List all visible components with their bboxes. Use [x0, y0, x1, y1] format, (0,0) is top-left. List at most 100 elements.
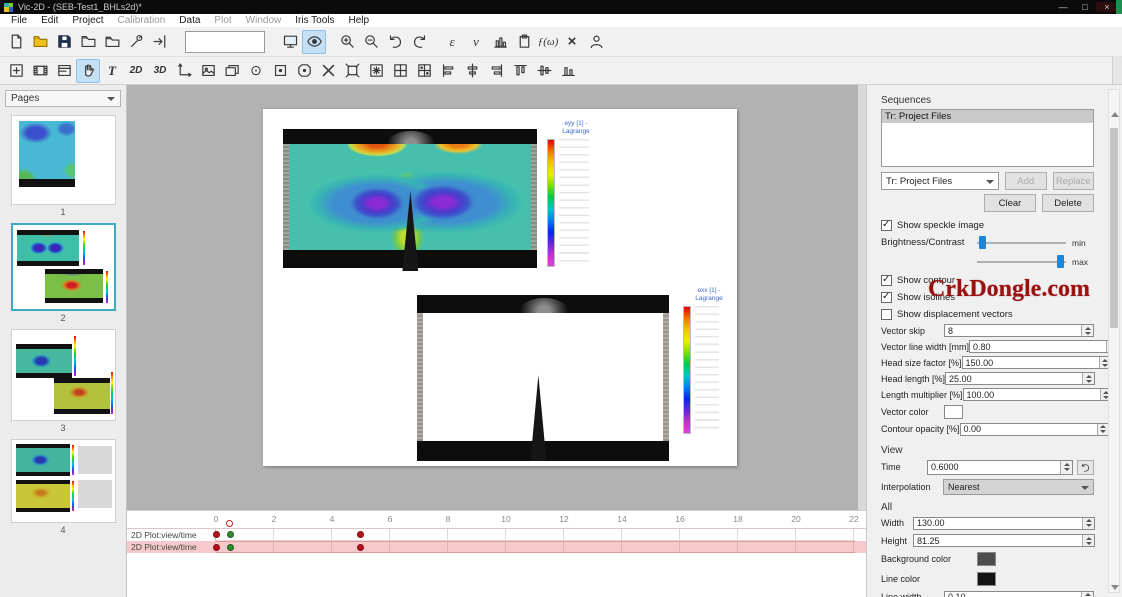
image-button[interactable] [196, 59, 220, 83]
keyframe-green[interactable] [227, 531, 234, 538]
report-page[interactable]: eyy [1] - Lagrange exx [1] - Lagrange [263, 109, 737, 466]
folder-button[interactable] [76, 30, 100, 54]
toolbar-overflow[interactable] [1112, 57, 1122, 84]
timeline-track-1[interactable]: 2D Plot:view/time [127, 529, 866, 541]
keyframe-red[interactable] [357, 531, 364, 538]
page-thumbnail-3[interactable] [11, 329, 116, 421]
background-color-swatch[interactable] [977, 552, 996, 566]
clipboard-button[interactable] [512, 30, 536, 54]
line-width-input[interactable]: 0.10 [944, 591, 1094, 597]
undo-button[interactable] [383, 30, 407, 54]
strain-epsilon-button[interactable]: ε [440, 30, 464, 54]
2d-plot-button[interactable]: 2D [124, 59, 148, 83]
scroll-up-icon[interactable] [1111, 112, 1119, 117]
3d-plot-button[interactable]: 3D [148, 59, 172, 83]
redo-button[interactable] [407, 30, 431, 54]
length-multiplier-input[interactable]: 100.00 [963, 388, 1113, 401]
delete-item-button[interactable] [316, 59, 340, 83]
contour-plot-eyy[interactable] [283, 129, 537, 268]
line-color-swatch[interactable] [977, 572, 996, 586]
sequence-list[interactable]: Tr: Project Files [881, 109, 1094, 167]
keyframe-red[interactable] [357, 544, 364, 551]
menu-help[interactable]: Help [342, 15, 377, 26]
track-grid[interactable] [216, 541, 855, 553]
height-input[interactable]: 81.25 [913, 534, 1095, 547]
panel-scrollbar[interactable] [1108, 89, 1120, 593]
function-button[interactable]: ƒ(ω) [536, 30, 560, 54]
polygon-marker-button[interactable] [292, 59, 316, 83]
show-speckle-checkbox[interactable]: Show speckle image [881, 218, 1094, 232]
visibility-eye-button[interactable] [302, 30, 326, 54]
track-grid[interactable] [216, 529, 855, 541]
save-button[interactable] [52, 30, 76, 54]
document-canvas[interactable]: eyy [1] - Lagrange exx [1] - Lagrange [127, 85, 866, 510]
canvas-scrollbar[interactable] [858, 85, 866, 510]
align-top-button[interactable] [508, 59, 532, 83]
new-file-button[interactable] [4, 30, 28, 54]
timeline-track-2[interactable]: 2D Plot:view/time [127, 541, 866, 553]
timeline-ruler[interactable]: 0 2 4 6 8 10 12 14 16 18 20 22 [127, 511, 866, 529]
menu-iris-tools[interactable]: Iris Tools [288, 15, 341, 26]
page-thumbnail-2[interactable] [11, 223, 116, 311]
spinner[interactable] [1082, 518, 1094, 529]
circle-marker-button[interactable]: ⊙ [244, 59, 268, 83]
pages-dropdown[interactable]: Pages [5, 90, 121, 107]
keyframe-red[interactable] [213, 531, 220, 538]
vector-line-width-input[interactable]: 0.80 [969, 340, 1119, 353]
minimize-button[interactable]: — [1052, 2, 1074, 12]
spinner[interactable] [1081, 592, 1093, 597]
head-size-factor-input[interactable]: 150.00 [962, 356, 1112, 369]
axes-button[interactable] [172, 59, 196, 83]
spinner[interactable] [1081, 325, 1093, 336]
head-length-input[interactable]: 25.00 [945, 372, 1095, 385]
fit-expand-button[interactable] [340, 59, 364, 83]
chart-button[interactable] [488, 30, 512, 54]
spinner[interactable] [1082, 373, 1094, 384]
contrast-slider[interactable] [977, 255, 1066, 268]
page-thumbnail-4[interactable] [11, 439, 116, 523]
spinner[interactable] [1097, 424, 1109, 435]
interpolation-dropdown[interactable]: Nearest [943, 479, 1094, 495]
keyframe-red[interactable] [213, 544, 220, 551]
menu-edit[interactable]: Edit [34, 15, 65, 26]
vector-skip-input[interactable]: 8 [944, 324, 1094, 337]
vector-color-swatch[interactable] [944, 405, 963, 419]
close-button[interactable]: × [1096, 2, 1118, 12]
open-project-button[interactable] [28, 30, 52, 54]
align-left-button[interactable] [436, 59, 460, 83]
brightness-slider[interactable] [977, 236, 1066, 249]
menu-file[interactable]: File [4, 15, 34, 26]
animation-button[interactable] [28, 59, 52, 83]
grid-add-button[interactable] [412, 59, 436, 83]
user-button[interactable] [584, 30, 608, 54]
text-tool-button[interactable]: T [100, 59, 124, 83]
fullscreen-view-button[interactable] [278, 30, 302, 54]
toolbar-input[interactable] [185, 31, 265, 53]
square-marker-button[interactable] [268, 59, 292, 83]
pan-hand-button[interactable] [76, 59, 100, 83]
fit-shrink-button[interactable] [364, 59, 388, 83]
align-center-h-button[interactable] [460, 59, 484, 83]
grid-button[interactable] [388, 59, 412, 83]
width-input[interactable]: 130.00 [913, 517, 1095, 530]
contour-opacity-input[interactable]: 0.00 [960, 423, 1110, 436]
zoom-out-button[interactable] [359, 30, 383, 54]
calibration-tool-button[interactable] [124, 30, 148, 54]
time-reset-button[interactable] [1077, 460, 1094, 475]
poisson-nu-button[interactable]: ν [464, 30, 488, 54]
sequence-list-item[interactable]: Tr: Project Files [882, 110, 1093, 123]
contour-plot-exx[interactable] [417, 295, 669, 461]
add-button[interactable]: Add [1005, 172, 1047, 190]
replace-button[interactable]: Replace [1053, 172, 1095, 190]
menu-data[interactable]: Data [172, 15, 207, 26]
report-button[interactable] [52, 59, 76, 83]
scrollbar-thumb[interactable] [1110, 128, 1118, 328]
zoom-in-button[interactable] [335, 30, 359, 54]
spinner[interactable] [1082, 535, 1094, 546]
maximize-button[interactable]: □ [1074, 2, 1096, 12]
delete-button[interactable]: Delete [1042, 194, 1094, 212]
add-plot-button[interactable] [4, 59, 28, 83]
import-button[interactable] [148, 30, 172, 54]
align-middle-button[interactable] [532, 59, 556, 83]
spinner[interactable] [1060, 461, 1072, 474]
